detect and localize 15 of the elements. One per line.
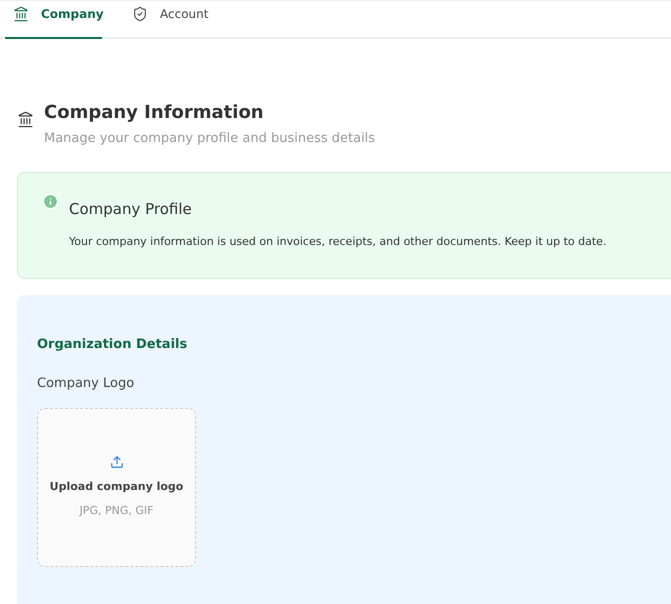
page-subtitle: Manage your company profile and business details — [44, 130, 376, 148]
bank-icon — [17, 111, 34, 128]
tab[interactable]: Company — [5, 1, 102, 39]
bank-icon — [13, 6, 29, 22]
upload-icon — [110, 454, 124, 468]
logo-upload-area[interactable]: Upload company logo JPG, PNG, GIF — [37, 408, 196, 566]
field-label: Company Logo — [37, 375, 136, 393]
info-icon — [42, 192, 59, 210]
notice-title: Company Profile — [69, 198, 193, 220]
tab[interactable]: Account — [124, 1, 244, 39]
shield-check-icon — [132, 6, 148, 22]
file-formats: JPG, PNG, GIF — [80, 503, 154, 519]
page-title: Company Information — [44, 101, 265, 125]
notice-text: Your company information is used on invoices, receipts, and other documents. Keep it up to date. — [69, 234, 606, 250]
section-title: Organization Details — [37, 336, 188, 354]
